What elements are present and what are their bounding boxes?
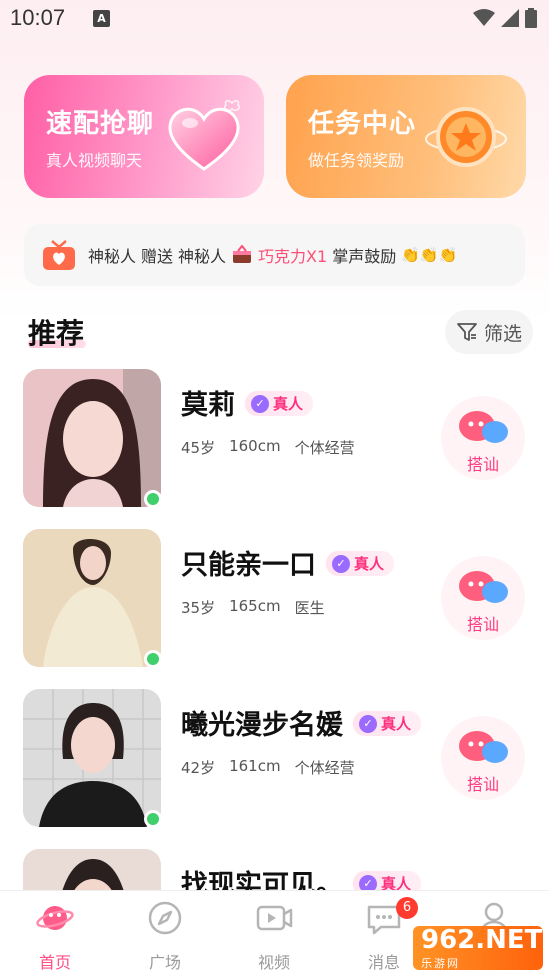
notification-icon: A — [93, 10, 110, 27]
filter-button[interactable]: 筛选 — [445, 310, 533, 354]
nav-square-label: 广场 — [148, 953, 181, 972]
verified-label: 真人 — [354, 555, 385, 573]
user-row[interactable]: 莫莉 ✓ 真人 45岁 160cm 个体经营 搭讪 — [0, 369, 549, 509]
watermark-sub: 乐游网 — [421, 957, 460, 970]
chat-bubble-icon — [459, 731, 508, 763]
clap-emoji: 👏👏👏 — [401, 246, 458, 264]
user-meta: 35岁 165cm 医生 — [181, 597, 325, 618]
task-center-title: 任务中心 — [308, 109, 417, 139]
avatar[interactable] — [23, 689, 162, 828]
user-height: 165cm — [229, 597, 281, 615]
user-name: 莫莉 ✓ 真人 — [181, 383, 314, 422]
user-photo — [23, 369, 161, 507]
banner-message: 掌声鼓励 — [332, 247, 397, 266]
strike-up-label: 搭讪 — [466, 775, 499, 794]
banner-gift-name: 巧克力X1 — [258, 247, 328, 266]
banner-sender: 神秘人 — [88, 247, 137, 266]
banner-receiver: 神秘人 — [178, 247, 227, 266]
banner-verb: 赠送 — [141, 247, 174, 266]
strike-up-label: 搭讪 — [466, 615, 499, 634]
user-meta: 42岁 161cm 个体经营 — [181, 757, 355, 778]
battery-icon — [525, 8, 537, 28]
verified-label: 真人 — [273, 395, 304, 413]
status-icons — [473, 8, 537, 28]
nav-home[interactable]: 首页 — [15, 899, 95, 973]
avatar[interactable] — [23, 369, 162, 508]
nav-messages-label: 消息 — [367, 953, 400, 972]
task-center-card[interactable]: 任务中心 做任务领奖励 — [286, 75, 526, 198]
status-time: 10:07 — [10, 5, 66, 30]
verified-icon: ✓ — [332, 554, 350, 573]
compass-icon — [148, 901, 182, 935]
chat-bubble-icon — [459, 411, 508, 443]
user-name-text: 只能亲一口 — [181, 550, 316, 581]
user-job: 医生 — [294, 599, 325, 617]
task-center-subtitle: 做任务领奖励 — [308, 151, 405, 170]
online-indicator — [144, 490, 162, 508]
user-name: 曦光漫步名媛 ✓ 真人 — [181, 703, 422, 742]
speed-match-title: 速配抢聊 — [46, 109, 155, 139]
user-meta: 45岁 160cm 个体经营 — [181, 437, 355, 458]
signal-icon — [501, 9, 519, 27]
user-row[interactable]: 曦光漫步名媛 ✓ 真人 42岁 161cm 个体经营 搭讪 — [0, 689, 549, 829]
online-indicator — [144, 650, 162, 668]
verified-badge: ✓ 真人 — [245, 391, 314, 416]
strike-up-label: 搭讪 — [466, 455, 499, 474]
status-bar: 10:07 A — [0, 0, 549, 38]
chocolate-gift-icon — [233, 245, 252, 263]
nav-messages[interactable]: 6 消息 — [344, 897, 424, 973]
speed-match-subtitle: 真人视频聊天 — [46, 151, 143, 170]
filter-icon — [457, 323, 477, 341]
watermark-text: 962.NET — [421, 925, 543, 955]
user-job: 个体经营 — [294, 759, 355, 777]
planet-icon — [36, 906, 74, 930]
user-age: 45岁 — [181, 439, 216, 457]
user-age: 42岁 — [181, 759, 216, 777]
user-name-text: 莫莉 — [181, 390, 235, 421]
user-photo — [23, 689, 161, 827]
section-title: 推荐 — [28, 317, 85, 350]
verified-badge: ✓ 真人 — [326, 551, 395, 576]
tv-icon — [43, 240, 75, 270]
coin-star-icon — [425, 107, 507, 167]
verified-badge: ✓ 真人 — [353, 711, 422, 736]
wifi-icon — [473, 9, 495, 26]
nav-video[interactable]: 视频 — [234, 899, 314, 973]
user-name: 只能亲一口 ✓ 真人 — [181, 543, 395, 582]
online-indicator — [144, 810, 162, 828]
heart-icon — [168, 100, 241, 171]
nav-video-label: 视频 — [257, 953, 290, 972]
strike-up-button[interactable]: 搭讪 — [441, 556, 525, 640]
unread-badge: 6 — [396, 897, 418, 919]
nav-home-label: 首页 — [38, 953, 71, 972]
user-job: 个体经营 — [294, 439, 355, 457]
banner-text: 神秘人 赠送 神秘人 巧克力X1 掌声鼓励 👏👏👏 — [88, 243, 457, 267]
strike-up-button[interactable]: 搭讪 — [441, 716, 525, 800]
gift-broadcast-banner[interactable]: 神秘人 赠送 神秘人 巧克力X1 掌声鼓励 👏👏👏 — [24, 224, 525, 286]
user-name-text: 曦光漫步名媛 — [181, 710, 343, 741]
user-age: 35岁 — [181, 599, 216, 617]
site-watermark: 962.NET 乐游网 — [413, 925, 543, 970]
strike-up-button[interactable]: 搭讪 — [441, 396, 525, 480]
chat-bubble-icon — [459, 571, 508, 603]
verified-icon: ✓ — [359, 714, 377, 733]
video-icon — [256, 905, 293, 931]
user-row[interactable]: 只能亲一口 ✓ 真人 35岁 165cm 医生 搭讪 — [0, 529, 549, 669]
filter-label: 筛选 — [483, 322, 522, 345]
speed-match-card[interactable]: 速配抢聊 真人视频聊天 — [24, 75, 264, 198]
verified-label: 真人 — [381, 715, 412, 733]
user-height: 160cm — [229, 437, 281, 455]
user-photo — [23, 529, 161, 667]
avatar[interactable] — [23, 529, 162, 668]
nav-square[interactable]: 广场 — [125, 899, 205, 973]
verified-icon: ✓ — [251, 394, 269, 413]
user-height: 161cm — [229, 757, 281, 775]
